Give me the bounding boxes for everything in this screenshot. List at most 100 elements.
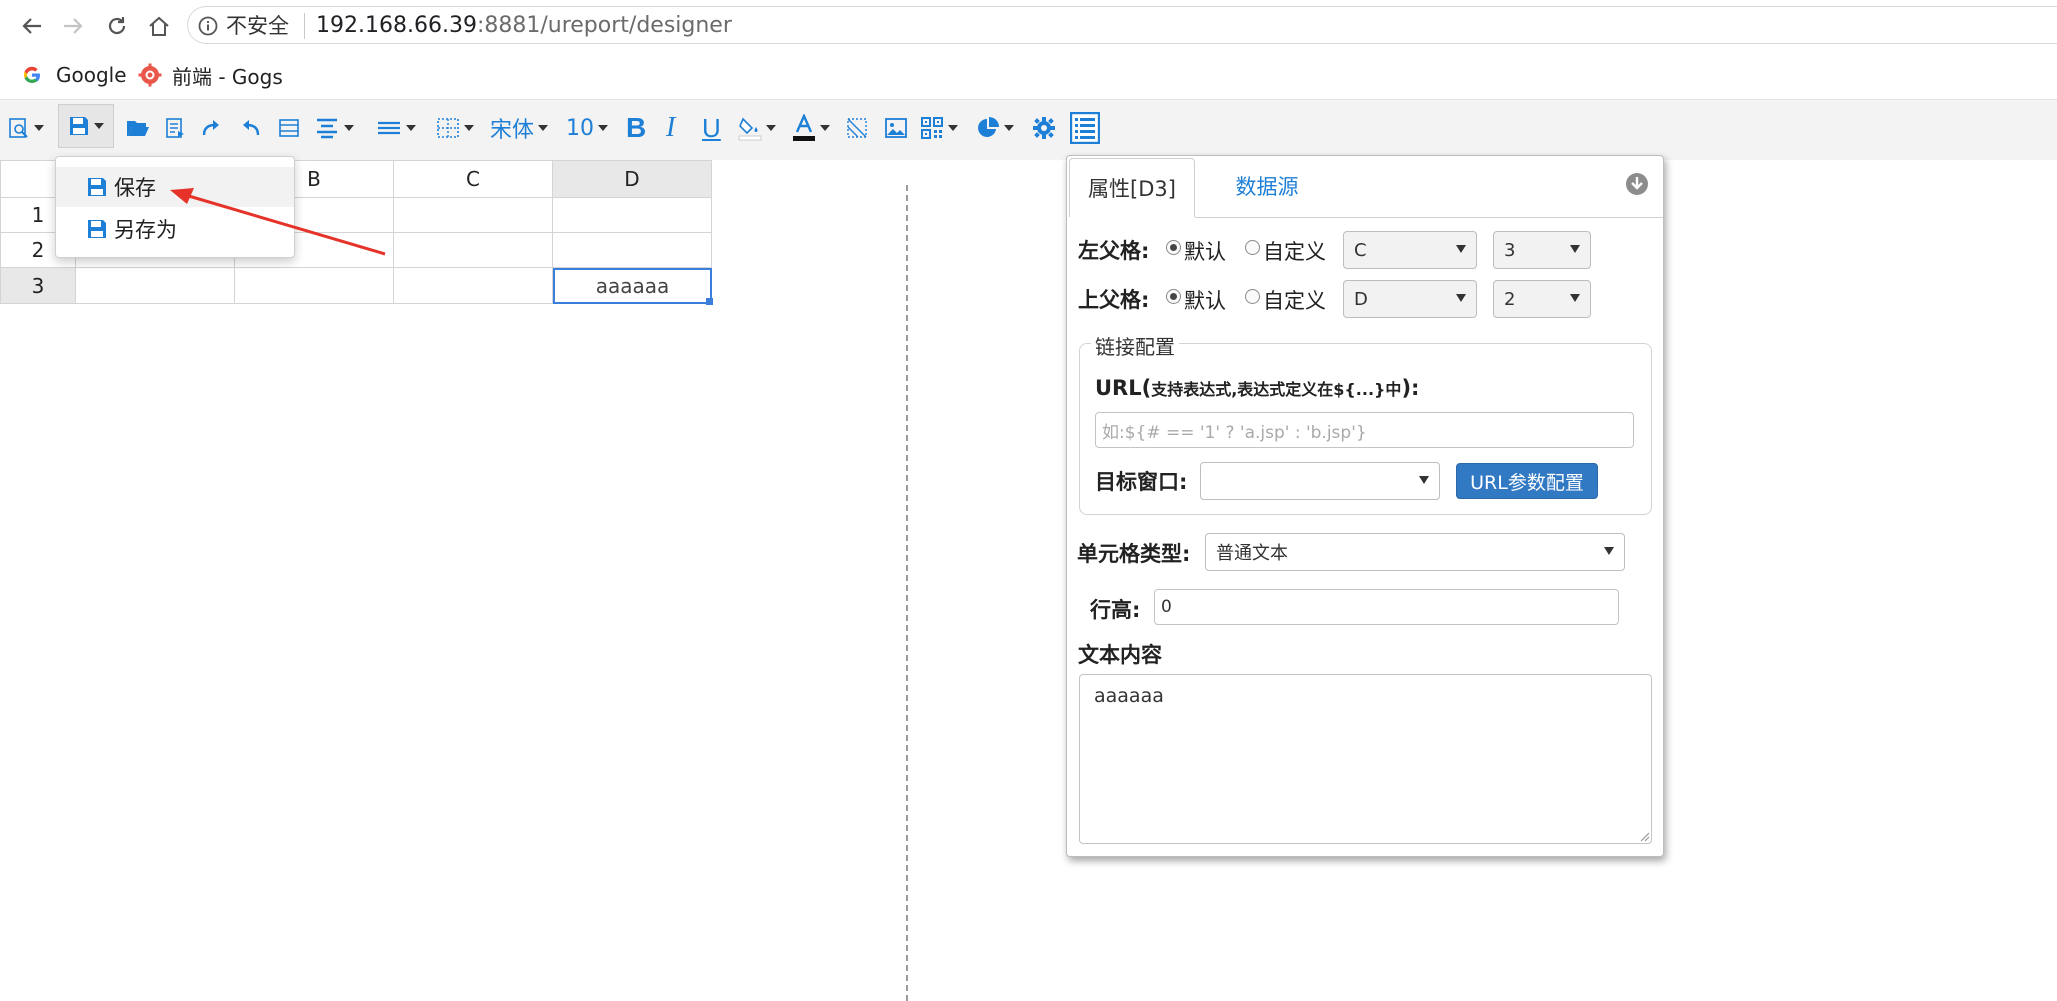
preview-icon [9,118,28,138]
bookmarks-bar: Google 前端 - Gogs [0,50,2057,100]
resize-grip-icon[interactable] [1638,830,1650,842]
url-label-end: ): [1401,376,1420,400]
target-window-select[interactable] [1200,462,1440,500]
top-parent-custom-radio[interactable] [1245,289,1260,304]
url-label-hint: 支持表达式,表达式定义在${...}中 [1151,380,1402,399]
chevron-down-icon [464,125,474,131]
collapse-panel-icon[interactable] [1625,172,1649,200]
valign-button[interactable] [376,110,416,146]
undo-button[interactable] [240,110,262,146]
cell-c2[interactable] [394,233,553,268]
cell-type-label: 单元格类型: [1077,542,1191,566]
chevron-down-icon [1004,125,1014,131]
top-parent-default-radio[interactable] [1166,289,1181,304]
qrcode-button[interactable] [920,110,958,146]
radio-label: 自定义 [1263,240,1326,264]
slash-cell-icon [847,118,867,138]
font-color-button[interactable] [792,110,830,146]
font-size-select[interactable]: 10 [566,110,608,146]
forward-icon[interactable] [58,11,88,41]
chevron-down-icon [538,125,549,131]
bookmark-gogs[interactable]: 前端 - Gogs [138,62,283,89]
cell-c3[interactable] [394,268,553,304]
text-content-label: 文本内容 [1078,643,1162,667]
properties-panel-button[interactable] [1070,110,1100,146]
cell-c1[interactable] [394,198,553,233]
left-parent-default-radio[interactable] [1166,240,1181,255]
border-button[interactable] [436,110,474,146]
pie-chart-icon [978,117,999,137]
select-value: 2 [1504,288,1516,310]
panel-splitter[interactable] [906,185,908,1001]
merge-icon [279,119,299,137]
save-dropdown-button[interactable] [58,104,114,148]
designer-toolbar: 宋体 10 B I U [0,100,2057,160]
column-header-d[interactable]: D [553,160,712,198]
cell-d3-selected[interactable]: aaaaaa [553,268,712,304]
url-param-config-button[interactable]: URL参数配置 [1456,463,1598,499]
cell-b3[interactable] [235,268,394,304]
chevron-down-icon [598,125,608,131]
column-header-c[interactable]: C [394,160,553,198]
import-button[interactable] [164,110,186,146]
open-button[interactable] [126,110,150,146]
align-center-button[interactable] [314,110,354,146]
left-parent-row-select[interactable]: 3 [1493,231,1591,269]
left-parent-column-select[interactable]: C [1343,231,1477,269]
italic-button[interactable]: I [666,110,675,146]
redo-button[interactable] [200,110,222,146]
dropdown-arrow-icon [1419,476,1429,484]
row-header-3[interactable]: 3 [0,268,76,304]
top-parent-label: 上父格: [1078,288,1150,312]
underline-icon: U [702,112,721,143]
url-label-main: URL( [1095,376,1152,400]
address-bar[interactable]: 不安全 192.168.66.39:8881/ureport/designer [187,6,2057,44]
top-parent-row-select[interactable]: 2 [1493,280,1591,318]
url-input[interactable]: 如:${# == '1' ? 'a.jsp' : 'b.jsp'} [1095,412,1634,448]
border-icon [437,118,459,138]
cell-a3[interactable] [76,268,235,304]
cell-d1[interactable] [553,198,712,233]
merge-cells-button[interactable] [278,110,300,146]
bold-icon: B [626,112,647,143]
chart-button[interactable] [976,110,1014,146]
chevron-down-icon [406,125,416,131]
left-parent-custom-radio[interactable] [1245,240,1260,255]
url-host: 192.168.66.39 [316,13,477,38]
preview-button[interactable] [8,110,44,146]
chevron-down-icon [766,125,776,131]
back-icon[interactable] [17,11,47,41]
home-icon[interactable] [144,11,174,41]
image-button[interactable] [884,110,908,146]
select-value: 普通文本 [1216,543,1288,564]
fill-handle[interactable] [706,298,713,305]
bg-color-button[interactable] [738,110,776,146]
tab-datasource[interactable]: 数据源 [1207,156,1327,216]
url-path: :8881/ureport/designer [476,13,732,38]
align-center-icon [317,118,337,139]
bookmark-label: 前端 - Gogs [172,64,283,89]
url-text[interactable]: 192.168.66.39:8881/ureport/designer [316,13,732,39]
tab-properties[interactable]: 属性[D3] [1069,158,1195,217]
font-size-value: 10 [566,115,594,141]
chevron-down-icon [34,125,44,131]
bookmark-google[interactable]: Google [22,62,127,88]
font-family-select[interactable]: 宋体 [490,110,549,146]
browser-bar: 不安全 192.168.66.39:8881/ureport/designer [0,0,2057,50]
top-parent-column-select[interactable]: D [1343,280,1477,318]
underline-button[interactable]: U [702,110,721,146]
bookmark-label: Google [56,63,127,87]
slash-header-button[interactable] [846,110,868,146]
info-icon[interactable] [198,16,218,40]
reload-icon[interactable] [102,11,132,41]
cell-d2[interactable] [553,233,712,268]
chevron-down-icon [344,125,354,131]
cell-type-select[interactable]: 普通文本 [1205,533,1625,571]
chevron-down-icon [94,123,104,129]
row-height-input[interactable]: 0 [1154,589,1619,625]
bold-button[interactable]: B [626,110,646,146]
settings-button[interactable] [1032,110,1056,146]
image-icon [885,118,907,138]
save-icon [70,117,88,135]
text-content-textarea[interactable]: aaaaaa [1079,674,1652,844]
